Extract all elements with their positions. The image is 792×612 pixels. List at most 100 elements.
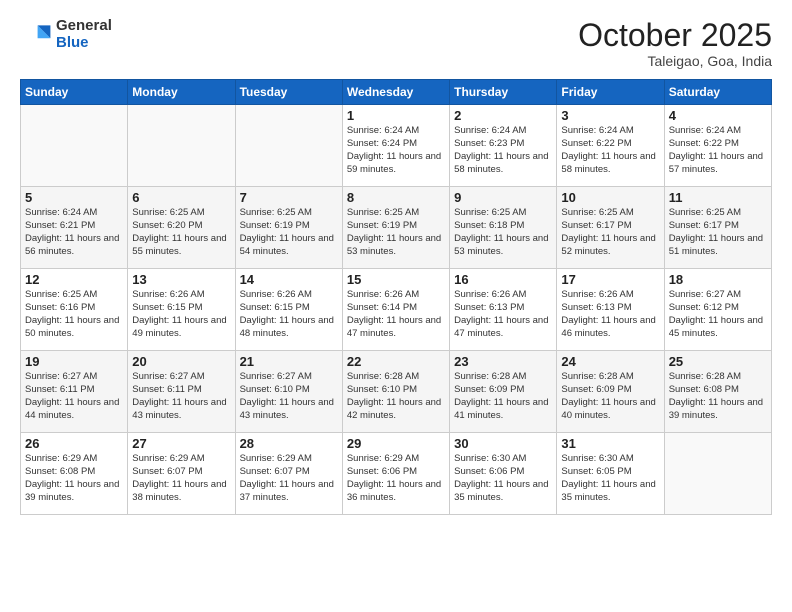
day-number: 7 (240, 190, 338, 205)
day-number: 9 (454, 190, 552, 205)
calendar-cell: 25 Sunrise: 6:28 AM Sunset: 6:08 PM Dayli… (664, 351, 771, 433)
day-info: Sunrise: 6:27 AM Sunset: 6:10 PM Dayligh… (240, 371, 338, 422)
logo: General Blue (20, 18, 112, 51)
calendar-cell: 29 Sunrise: 6:29 AM Sunset: 6:06 PM Dayli… (342, 433, 449, 515)
logo-blue-text: Blue (56, 35, 112, 52)
day-number: 22 (347, 354, 445, 369)
day-info: Sunrise: 6:26 AM Sunset: 6:15 PM Dayligh… (240, 289, 338, 340)
col-monday: Monday (128, 80, 235, 105)
calendar-body: 1 Sunrise: 6:24 AM Sunset: 6:24 PM Daylig… (21, 105, 772, 515)
day-number: 20 (132, 354, 230, 369)
calendar-cell: 26 Sunrise: 6:29 AM Sunset: 6:08 PM Dayli… (21, 433, 128, 515)
day-number: 4 (669, 108, 767, 123)
day-number: 6 (132, 190, 230, 205)
day-info: Sunrise: 6:28 AM Sunset: 6:09 PM Dayligh… (561, 371, 659, 422)
day-number: 10 (561, 190, 659, 205)
day-info: Sunrise: 6:25 AM Sunset: 6:20 PM Dayligh… (132, 207, 230, 258)
day-info: Sunrise: 6:27 AM Sunset: 6:11 PM Dayligh… (25, 371, 123, 422)
day-number: 18 (669, 272, 767, 287)
calendar-cell (664, 433, 771, 515)
day-info: Sunrise: 6:27 AM Sunset: 6:12 PM Dayligh… (669, 289, 767, 340)
day-number: 2 (454, 108, 552, 123)
calendar-cell: 27 Sunrise: 6:29 AM Sunset: 6:07 PM Dayli… (128, 433, 235, 515)
day-info: Sunrise: 6:25 AM Sunset: 6:17 PM Dayligh… (669, 207, 767, 258)
calendar-week-1: 1 Sunrise: 6:24 AM Sunset: 6:24 PM Daylig… (21, 105, 772, 187)
day-info: Sunrise: 6:25 AM Sunset: 6:19 PM Dayligh… (240, 207, 338, 258)
day-number: 13 (132, 272, 230, 287)
day-number: 26 (25, 436, 123, 451)
day-number: 19 (25, 354, 123, 369)
calendar-header: Sunday Monday Tuesday Wednesday Thursday… (21, 80, 772, 105)
calendar-cell: 20Sunrise: 6:27 AM Sunset: 6:11 PM Dayli… (128, 351, 235, 433)
calendar-cell: 1 Sunrise: 6:24 AM Sunset: 6:24 PM Daylig… (342, 105, 449, 187)
day-info: Sunrise: 6:29 AM Sunset: 6:07 PM Dayligh… (132, 453, 230, 504)
calendar-week-3: 12Sunrise: 6:25 AM Sunset: 6:16 PM Dayli… (21, 269, 772, 351)
day-info: Sunrise: 6:28 AM Sunset: 6:10 PM Dayligh… (347, 371, 445, 422)
logo-icon (20, 19, 52, 51)
calendar-cell: 12Sunrise: 6:25 AM Sunset: 6:16 PM Dayli… (21, 269, 128, 351)
day-info: Sunrise: 6:30 AM Sunset: 6:05 PM Dayligh… (561, 453, 659, 504)
calendar-cell: 28 Sunrise: 6:29 AM Sunset: 6:07 PM Dayli… (235, 433, 342, 515)
page: General Blue October 2025 Taleigao, Goa,… (0, 0, 792, 612)
day-info: Sunrise: 6:26 AM Sunset: 6:14 PM Dayligh… (347, 289, 445, 340)
calendar-cell: 22 Sunrise: 6:28 AM Sunset: 6:10 PM Dayli… (342, 351, 449, 433)
day-info: Sunrise: 6:25 AM Sunset: 6:17 PM Dayligh… (561, 207, 659, 258)
day-number: 5 (25, 190, 123, 205)
calendar-cell: 21Sunrise: 6:27 AM Sunset: 6:10 PM Dayli… (235, 351, 342, 433)
calendar-cell: 16 Sunrise: 6:26 AM Sunset: 6:13 PM Dayli… (450, 269, 557, 351)
day-number: 30 (454, 436, 552, 451)
day-info: Sunrise: 6:25 AM Sunset: 6:19 PM Dayligh… (347, 207, 445, 258)
calendar-cell: 3Sunrise: 6:24 AM Sunset: 6:22 PM Daylig… (557, 105, 664, 187)
day-info: Sunrise: 6:26 AM Sunset: 6:13 PM Dayligh… (454, 289, 552, 340)
day-number: 25 (669, 354, 767, 369)
logo-text: General Blue (56, 18, 112, 51)
calendar-cell: 17Sunrise: 6:26 AM Sunset: 6:13 PM Dayli… (557, 269, 664, 351)
calendar-cell: 6 Sunrise: 6:25 AM Sunset: 6:20 PM Daylig… (128, 187, 235, 269)
day-number: 27 (132, 436, 230, 451)
day-info: Sunrise: 6:26 AM Sunset: 6:15 PM Dayligh… (132, 289, 230, 340)
day-info: Sunrise: 6:25 AM Sunset: 6:16 PM Dayligh… (25, 289, 123, 340)
col-tuesday: Tuesday (235, 80, 342, 105)
logo-general-text: General (56, 18, 112, 35)
day-info: Sunrise: 6:24 AM Sunset: 6:22 PM Dayligh… (561, 125, 659, 176)
month-title: October 2025 (578, 18, 772, 53)
day-info: Sunrise: 6:25 AM Sunset: 6:18 PM Dayligh… (454, 207, 552, 258)
calendar-cell: 9 Sunrise: 6:25 AM Sunset: 6:18 PM Daylig… (450, 187, 557, 269)
calendar-cell: 23Sunrise: 6:28 AM Sunset: 6:09 PM Dayli… (450, 351, 557, 433)
calendar-cell: 24Sunrise: 6:28 AM Sunset: 6:09 PM Dayli… (557, 351, 664, 433)
day-number: 28 (240, 436, 338, 451)
calendar-cell (128, 105, 235, 187)
day-info: Sunrise: 6:30 AM Sunset: 6:06 PM Dayligh… (454, 453, 552, 504)
day-number: 16 (454, 272, 552, 287)
day-info: Sunrise: 6:29 AM Sunset: 6:07 PM Dayligh… (240, 453, 338, 504)
day-info: Sunrise: 6:29 AM Sunset: 6:06 PM Dayligh… (347, 453, 445, 504)
day-number: 31 (561, 436, 659, 451)
calendar-cell: 30 Sunrise: 6:30 AM Sunset: 6:06 PM Dayli… (450, 433, 557, 515)
day-number: 11 (669, 190, 767, 205)
calendar-cell: 8Sunrise: 6:25 AM Sunset: 6:19 PM Daylig… (342, 187, 449, 269)
day-info: Sunrise: 6:26 AM Sunset: 6:13 PM Dayligh… (561, 289, 659, 340)
day-info: Sunrise: 6:24 AM Sunset: 6:24 PM Dayligh… (347, 125, 445, 176)
calendar-cell: 10 Sunrise: 6:25 AM Sunset: 6:17 PM Dayli… (557, 187, 664, 269)
calendar-cell: 4 Sunrise: 6:24 AM Sunset: 6:22 PM Daylig… (664, 105, 771, 187)
day-number: 1 (347, 108, 445, 123)
day-info: Sunrise: 6:24 AM Sunset: 6:22 PM Dayligh… (669, 125, 767, 176)
calendar-week-2: 5Sunrise: 6:24 AM Sunset: 6:21 PM Daylig… (21, 187, 772, 269)
col-thursday: Thursday (450, 80, 557, 105)
calendar-cell: 5Sunrise: 6:24 AM Sunset: 6:21 PM Daylig… (21, 187, 128, 269)
col-wednesday: Wednesday (342, 80, 449, 105)
day-number: 29 (347, 436, 445, 451)
calendar-cell: 7 Sunrise: 6:25 AM Sunset: 6:19 PM Daylig… (235, 187, 342, 269)
calendar: Sunday Monday Tuesday Wednesday Thursday… (20, 79, 772, 515)
location-subtitle: Taleigao, Goa, India (578, 53, 772, 69)
day-info: Sunrise: 6:28 AM Sunset: 6:09 PM Dayligh… (454, 371, 552, 422)
calendar-cell: 31 Sunrise: 6:30 AM Sunset: 6:05 PM Dayli… (557, 433, 664, 515)
title-block: October 2025 Taleigao, Goa, India (578, 18, 772, 69)
calendar-cell: 19 Sunrise: 6:27 AM Sunset: 6:11 PM Dayli… (21, 351, 128, 433)
calendar-cell: 13 Sunrise: 6:26 AM Sunset: 6:15 PM Dayli… (128, 269, 235, 351)
day-info: Sunrise: 6:28 AM Sunset: 6:08 PM Dayligh… (669, 371, 767, 422)
day-info: Sunrise: 6:29 AM Sunset: 6:08 PM Dayligh… (25, 453, 123, 504)
header: General Blue October 2025 Taleigao, Goa,… (20, 18, 772, 69)
calendar-cell: 18 Sunrise: 6:27 AM Sunset: 6:12 PM Dayli… (664, 269, 771, 351)
calendar-cell (21, 105, 128, 187)
